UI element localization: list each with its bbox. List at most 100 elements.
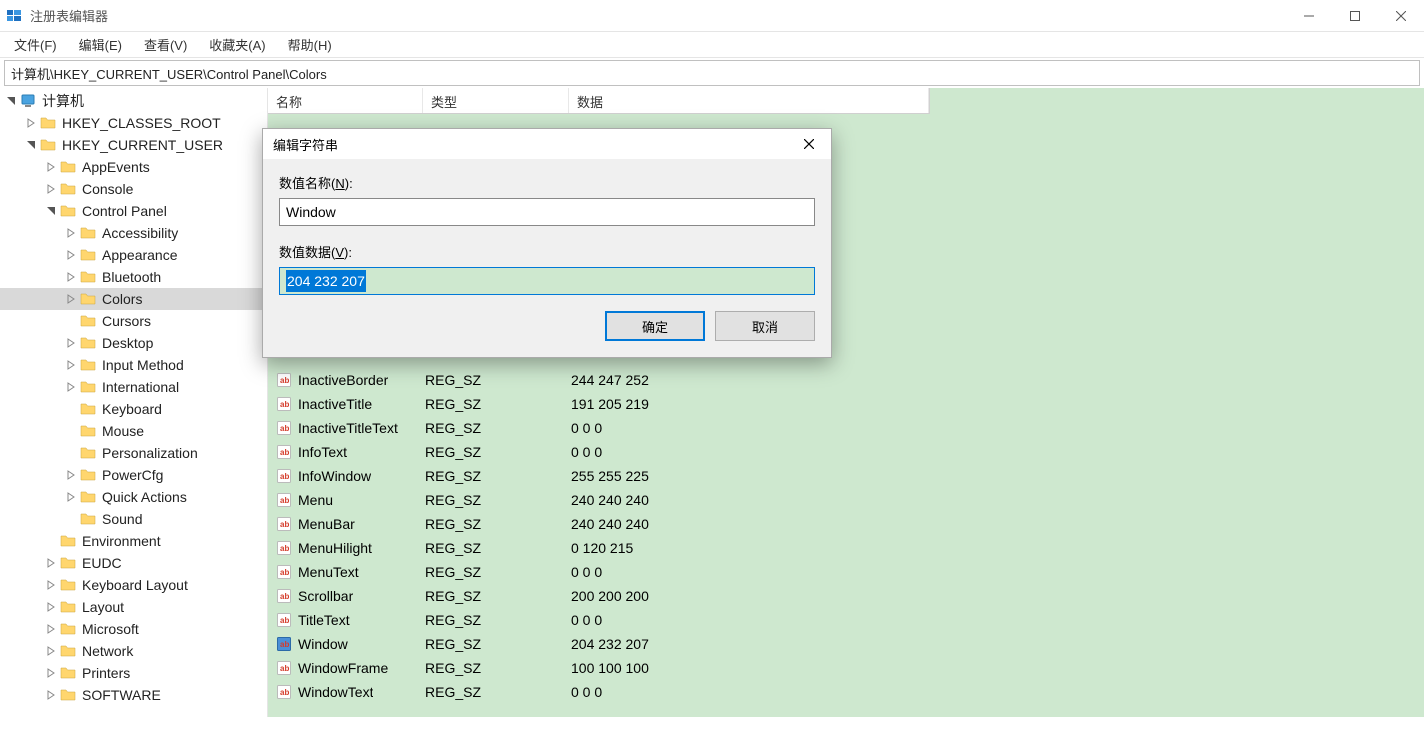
menu-edit[interactable]: 编辑(E) — [73, 32, 128, 57]
tree-expander-icon[interactable] — [44, 578, 58, 592]
tree-key-Personalization[interactable]: Personalization — [0, 442, 267, 464]
tree-expander-icon[interactable] — [44, 182, 58, 196]
tree-key-Sound[interactable]: Sound — [0, 508, 267, 530]
value-data: 0 0 0 — [569, 444, 1424, 460]
value-row[interactable]: abMenuREG_SZ240 240 240 — [268, 488, 1424, 512]
column-header-type[interactable]: 类型 — [423, 88, 569, 113]
tree-key-Keyboard[interactable]: Keyboard — [0, 398, 267, 420]
string-value-icon: ab — [276, 468, 292, 484]
tree-expander-icon[interactable] — [64, 380, 78, 394]
value-row[interactable]: abInactiveTitleTextREG_SZ0 0 0 — [268, 416, 1424, 440]
tree-hive-HKEY_CURRENT_USER[interactable]: HKEY_CURRENT_USER — [0, 134, 267, 156]
tree-key-AppEvents[interactable]: AppEvents — [0, 156, 267, 178]
tree-expander-icon[interactable] — [44, 204, 58, 218]
menu-file[interactable]: 文件(F) — [8, 32, 63, 57]
tree-key-Appearance[interactable]: Appearance — [0, 244, 267, 266]
registry-tree-panel[interactable]: 计算机HKEY_CLASSES_ROOTHKEY_CURRENT_USERApp… — [0, 88, 268, 717]
menu-favorites[interactable]: 收藏夹(A) — [203, 32, 271, 57]
tree-expander-icon[interactable] — [44, 600, 58, 614]
value-row[interactable]: abWindowTextREG_SZ0 0 0 — [268, 680, 1424, 704]
svg-text:ab: ab — [280, 544, 289, 553]
tree-label: Bluetooth — [102, 269, 161, 285]
tree-expander-icon[interactable] — [44, 622, 58, 636]
tree-key-Printers[interactable]: Printers — [0, 662, 267, 684]
value-row[interactable]: abTitleTextREG_SZ0 0 0 — [268, 608, 1424, 632]
tree-key-Bluetooth[interactable]: Bluetooth — [0, 266, 267, 288]
window-maximize-button[interactable] — [1332, 0, 1378, 32]
tree-key-Layout[interactable]: Layout — [0, 596, 267, 618]
column-header-name[interactable]: 名称 — [268, 88, 423, 113]
tree-key-Desktop[interactable]: Desktop — [0, 332, 267, 354]
folder-icon — [80, 511, 96, 527]
value-row[interactable]: abMenuHilightREG_SZ0 120 215 — [268, 536, 1424, 560]
tree-expander-icon[interactable] — [24, 138, 38, 152]
tree-key-Cursors[interactable]: Cursors — [0, 310, 267, 332]
tree-expander-icon[interactable] — [64, 358, 78, 372]
value-row[interactable]: abMenuBarREG_SZ240 240 240 — [268, 512, 1424, 536]
tree-key-EUDC[interactable]: EUDC — [0, 552, 267, 574]
tree-expander-icon[interactable] — [24, 116, 38, 130]
tree-label: Desktop — [102, 335, 153, 351]
value-data: 200 200 200 — [569, 588, 1424, 604]
value-data-input[interactable]: 204 232 207 — [279, 267, 815, 295]
dialog-titlebar[interactable]: 编辑字符串 — [263, 129, 831, 159]
value-name-input[interactable]: Window — [279, 198, 815, 226]
cancel-button[interactable]: 取消 — [715, 311, 815, 341]
tree-key-Network[interactable]: Network — [0, 640, 267, 662]
tree-hive-HKEY_CLASSES_ROOT[interactable]: HKEY_CLASSES_ROOT — [0, 112, 267, 134]
value-name: InfoWindow — [298, 468, 371, 484]
value-data: 255 255 225 — [569, 468, 1424, 484]
tree-key-Accessibility[interactable]: Accessibility — [0, 222, 267, 244]
tree-key-PowerCfg[interactable]: PowerCfg — [0, 464, 267, 486]
tree-expander-icon[interactable] — [64, 468, 78, 482]
value-data: 204 232 207 — [569, 636, 1424, 652]
window-minimize-button[interactable] — [1286, 0, 1332, 32]
tree-expander-icon[interactable] — [44, 666, 58, 680]
value-row[interactable]: abScrollbarREG_SZ200 200 200 — [268, 584, 1424, 608]
tree-expander-icon[interactable] — [64, 490, 78, 504]
value-row[interactable]: abInfoWindowREG_SZ255 255 225 — [268, 464, 1424, 488]
ok-button[interactable]: 确定 — [605, 311, 705, 341]
tree-key-Colors[interactable]: Colors — [0, 288, 267, 310]
value-row[interactable]: abWindowFrameREG_SZ100 100 100 — [268, 656, 1424, 680]
value-row[interactable]: abMenuTextREG_SZ0 0 0 — [268, 560, 1424, 584]
tree-expander-icon[interactable] — [4, 94, 18, 108]
menu-help[interactable]: 帮助(H) — [282, 32, 338, 57]
tree-label: Mouse — [102, 423, 144, 439]
address-path: 计算机\HKEY_CURRENT_USER\Control Panel\Colo… — [11, 64, 327, 83]
tree-expander-icon[interactable] — [64, 336, 78, 350]
tree-expander-icon[interactable] — [64, 270, 78, 284]
address-bar[interactable]: 计算机\HKEY_CURRENT_USER\Control Panel\Colo… — [4, 60, 1420, 86]
dialog-close-button[interactable] — [787, 129, 831, 159]
value-name: TitleText — [298, 612, 350, 628]
tree-key-Microsoft[interactable]: Microsoft — [0, 618, 267, 640]
tree-expander-icon[interactable] — [44, 688, 58, 702]
value-row[interactable]: abInactiveBorderREG_SZ244 247 252 — [268, 368, 1424, 392]
tree-key-International[interactable]: International — [0, 376, 267, 398]
value-row[interactable]: abWindowREG_SZ204 232 207 — [268, 632, 1424, 656]
tree-expander-icon[interactable] — [64, 226, 78, 240]
tree-key-Control Panel[interactable]: Control Panel — [0, 200, 267, 222]
tree-expander-icon[interactable] — [44, 160, 58, 174]
tree-expander-icon[interactable] — [44, 556, 58, 570]
svg-text:ab: ab — [280, 592, 289, 601]
value-data: 0 0 0 — [569, 420, 1424, 436]
tree-key-Console[interactable]: Console — [0, 178, 267, 200]
column-header-data[interactable]: 数据 — [569, 88, 929, 113]
tree-expander-icon[interactable] — [44, 644, 58, 658]
window-close-button[interactable] — [1378, 0, 1424, 32]
tree-label: Network — [82, 643, 133, 659]
tree-key-Input Method[interactable]: Input Method — [0, 354, 267, 376]
value-row[interactable]: abInfoTextREG_SZ0 0 0 — [268, 440, 1424, 464]
tree-key-Mouse[interactable]: Mouse — [0, 420, 267, 442]
tree-key-Environment[interactable]: Environment — [0, 530, 267, 552]
menu-view[interactable]: 查看(V) — [138, 32, 193, 57]
tree-key-Quick Actions[interactable]: Quick Actions — [0, 486, 267, 508]
tree-key-SOFTWARE[interactable]: SOFTWARE — [0, 684, 267, 706]
tree-expander-icon[interactable] — [64, 248, 78, 262]
tree-key-Keyboard Layout[interactable]: Keyboard Layout — [0, 574, 267, 596]
tree-label: Environment — [82, 533, 161, 549]
value-row[interactable]: abInactiveTitleREG_SZ191 205 219 — [268, 392, 1424, 416]
tree-expander-icon[interactable] — [64, 292, 78, 306]
tree-computer[interactable]: 计算机 — [0, 90, 267, 112]
